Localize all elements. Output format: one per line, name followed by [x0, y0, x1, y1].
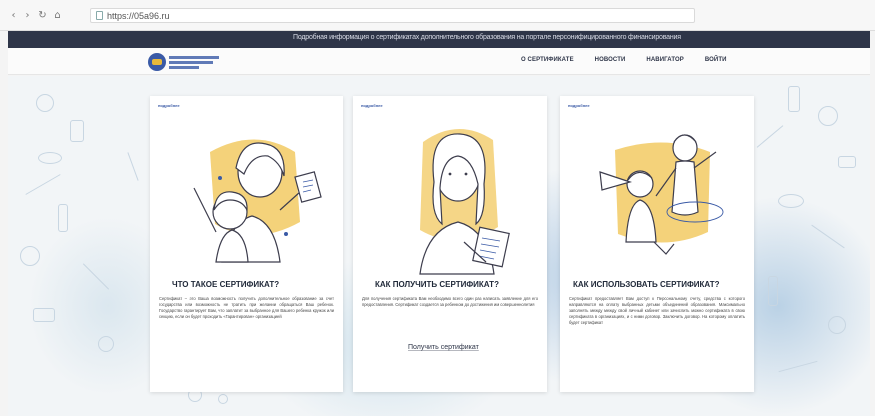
card-body: Сертификат – это Ваша возможность получи… — [159, 296, 334, 319]
card-title: КАК ИСПОЛЬЗОВАТЬ СЕРТИФИКАТ? — [573, 280, 720, 289]
info-card-how-to-get: подробнее КАК ПОЛУЧИТЬ СЕРТИФИКАТ? Для п… — [353, 96, 547, 392]
doodle-line — [127, 152, 139, 181]
doodle-square — [33, 308, 55, 322]
nav-about-certificate[interactable]: О СЕРТИФИКАТЕ — [521, 57, 574, 63]
card-kicker[interactable]: подробнее — [568, 103, 590, 108]
info-card-what-is: подробнее ЧТО ТАКОЕ СЕРТИФИКАТ? Сертифик… — [150, 96, 343, 392]
doodle-circle — [778, 194, 804, 208]
info-card-how-to-use: подробнее КАК ИСПОЛЬЗОВАТЬ СЕРТИФИКАТ? С… — [560, 96, 754, 392]
children-activities-illustration — [599, 134, 724, 255]
card-kicker[interactable]: подробнее — [361, 103, 383, 108]
doodle-circle — [828, 316, 846, 334]
doodle-square — [70, 120, 84, 142]
logo-wordmark — [169, 56, 219, 71]
card-kicker[interactable]: подробнее — [158, 103, 180, 108]
doodle-line — [756, 125, 784, 148]
card-title: ЧТО ТАКОЕ СЕРТИФИКАТ? — [172, 280, 280, 289]
doodle-circle — [36, 94, 54, 112]
mother-child-illustration — [193, 139, 322, 263]
doodle-square — [788, 86, 800, 112]
lock-icon — [96, 11, 103, 20]
doodle-circle — [20, 246, 40, 266]
card-body: Для получения сертификата Вам необходимо… — [362, 296, 538, 307]
woman-form-illustration — [419, 128, 510, 275]
forward-icon[interactable]: › — [22, 10, 33, 21]
get-certificate-link[interactable]: Получить сертификат — [408, 344, 479, 351]
doodle-square — [58, 204, 68, 232]
doodle-line — [25, 174, 61, 195]
doodle-square — [838, 156, 856, 168]
nav-navigator[interactable]: НАВИГАТОР — [646, 57, 683, 63]
site-header: О СЕРТИФИКАТЕ НОВОСТИ НАВИГАТОР ВОЙТИ — [8, 48, 870, 75]
site-logo[interactable] — [148, 53, 220, 71]
browser-toolbar: ‹ › ↻ ⌂ https://05а96.ru — [0, 0, 875, 31]
doodle-circle — [218, 394, 228, 404]
nav-news[interactable]: НОВОСТИ — [595, 57, 626, 63]
nav-login[interactable]: ВОЙТИ — [705, 57, 727, 63]
doodle-square — [768, 276, 778, 306]
card-body: Сертификат предоставляет Вам доступ к Пе… — [569, 296, 745, 325]
reload-icon[interactable]: ↻ — [37, 10, 48, 21]
doodle-circle — [98, 336, 114, 352]
main-nav: О СЕРТИФИКАТЕ НОВОСТИ НАВИГАТОР ВОЙТИ — [521, 57, 727, 63]
logo-mark-icon — [148, 53, 166, 71]
back-icon[interactable]: ‹ — [8, 10, 19, 21]
doodle-circle — [38, 152, 62, 164]
home-icon[interactable]: ⌂ — [52, 10, 63, 21]
address-bar[interactable]: https://05а96.ru — [90, 8, 695, 23]
card-title: КАК ПОЛУЧИТЬ СЕРТИФИКАТ? — [375, 280, 499, 289]
url-text: https://05а96.ru — [107, 11, 170, 21]
hero-background: подробнее ЧТО ТАКОЕ СЕРТИФИКАТ? Сертифик… — [8, 76, 870, 416]
top-banner: Подробная информация о сертификатах допо… — [8, 31, 870, 48]
banner-text[interactable]: Подробная информация о сертификатах допо… — [293, 34, 681, 41]
doodle-circle — [818, 106, 838, 126]
